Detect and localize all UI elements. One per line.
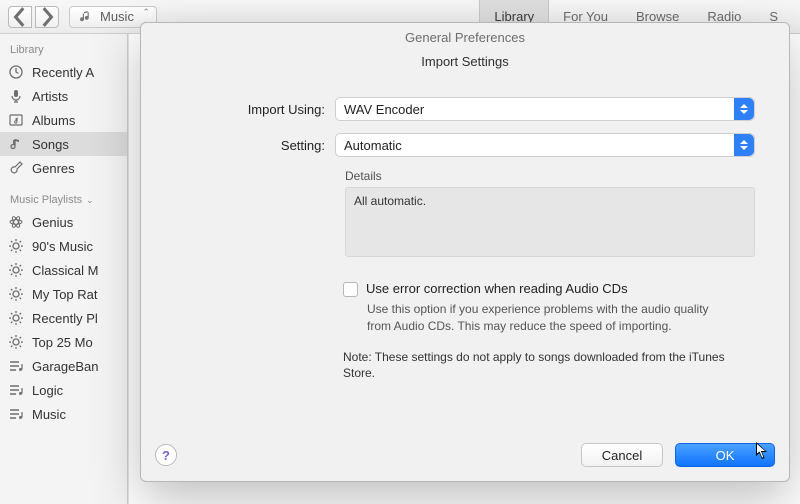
cancel-button[interactable]: Cancel (581, 443, 663, 467)
sidebar-item-90s[interactable]: 90's Music (0, 234, 127, 258)
sidebar-item-artists[interactable]: Artists (0, 84, 127, 108)
sidebar-item-label: Logic (32, 383, 63, 398)
album-icon (8, 112, 24, 128)
sidebar-item-logic[interactable]: Logic (0, 378, 127, 402)
gear-icon (8, 334, 24, 350)
gear-icon (8, 286, 24, 302)
guitar-icon (8, 160, 24, 176)
setting-label: Setting: (175, 138, 335, 153)
import-using-value: WAV Encoder (344, 102, 424, 117)
dropdown-stepper-icon (734, 134, 754, 156)
sidebar-item-label: Genres (32, 161, 75, 176)
sidebar-item-music-playlist[interactable]: Music (0, 402, 127, 426)
error-correction-label: Use error correction when reading Audio … (366, 281, 628, 296)
music-note-icon (78, 9, 94, 25)
gear-icon (8, 262, 24, 278)
forward-button[interactable] (35, 6, 59, 28)
sidebar-item-classical[interactable]: Classical M (0, 258, 127, 282)
import-using-label: Import Using: (175, 102, 335, 117)
sidebar-item-label: Songs (32, 137, 69, 152)
sidebar-item-recently-added[interactable]: Recently A (0, 60, 127, 84)
sidebar-item-genius[interactable]: Genius (0, 210, 127, 234)
details-box: All automatic. (345, 187, 755, 257)
chevron-right-icon (36, 6, 58, 28)
sidebar-item-label: Top 25 Mo (32, 335, 93, 350)
chevron-left-icon (9, 6, 31, 28)
sidebar-item-recently-played[interactable]: Recently Pl (0, 306, 127, 330)
store-note: Note: These settings do not apply to son… (343, 349, 725, 383)
sidebar-item-label: 90's Music (32, 239, 93, 254)
sidebar-item-songs[interactable]: Songs (0, 132, 127, 156)
note-icon (8, 136, 24, 152)
clock-icon (8, 64, 24, 80)
sidebar-heading-playlists[interactable]: Music Playlists ⌄ (0, 190, 127, 210)
source-selector-label: Music (100, 9, 134, 24)
dropdown-stepper-icon (734, 98, 754, 120)
sidebar-item-top-25[interactable]: Top 25 Mo (0, 330, 127, 354)
sidebar-item-label: Genius (32, 215, 73, 230)
help-icon: ? (162, 448, 170, 463)
chevron-down-icon: ⌄ (86, 195, 94, 206)
setting-value: Automatic (344, 138, 402, 153)
sheet-supertitle: General Preferences (141, 23, 789, 53)
sidebar-item-top-rated[interactable]: My Top Rat (0, 282, 127, 306)
sidebar: Library Recently A Artists Albums Songs … (0, 34, 128, 504)
gear-icon (8, 310, 24, 326)
import-using-select[interactable]: WAV Encoder (335, 97, 755, 121)
help-button[interactable]: ? (155, 444, 177, 466)
playlist-icon (8, 406, 24, 422)
sidebar-item-garageband[interactable]: GarageBan (0, 354, 127, 378)
sidebar-item-label: My Top Rat (32, 287, 98, 302)
ok-button[interactable]: OK (675, 443, 775, 467)
back-button[interactable] (8, 6, 32, 28)
playlist-icon (8, 358, 24, 374)
sidebar-item-albums[interactable]: Albums (0, 108, 127, 132)
sheet-title: Import Settings (141, 53, 789, 77)
sidebar-item-label: Recently A (32, 65, 94, 80)
sidebar-item-label: Classical M (32, 263, 98, 278)
error-correction-checkbox[interactable] (343, 282, 358, 297)
details-heading: Details (345, 169, 755, 183)
sidebar-item-label: Albums (32, 113, 75, 128)
import-settings-dialog: General Preferences Import Settings Impo… (140, 22, 790, 482)
sidebar-item-label: Recently Pl (32, 311, 98, 326)
setting-select[interactable]: Automatic (335, 133, 755, 157)
details-text: All automatic. (354, 194, 426, 208)
sidebar-item-label: Artists (32, 89, 68, 104)
sidebar-item-genres[interactable]: Genres (0, 156, 127, 180)
playlist-icon (8, 382, 24, 398)
microphone-icon (8, 88, 24, 104)
atom-icon (8, 214, 24, 230)
gear-icon (8, 238, 24, 254)
error-correction-description: Use this option if you experience proble… (367, 301, 725, 335)
sidebar-item-label: GarageBan (32, 359, 99, 374)
sidebar-heading-library: Library (0, 40, 127, 60)
sidebar-item-label: Music (32, 407, 66, 422)
